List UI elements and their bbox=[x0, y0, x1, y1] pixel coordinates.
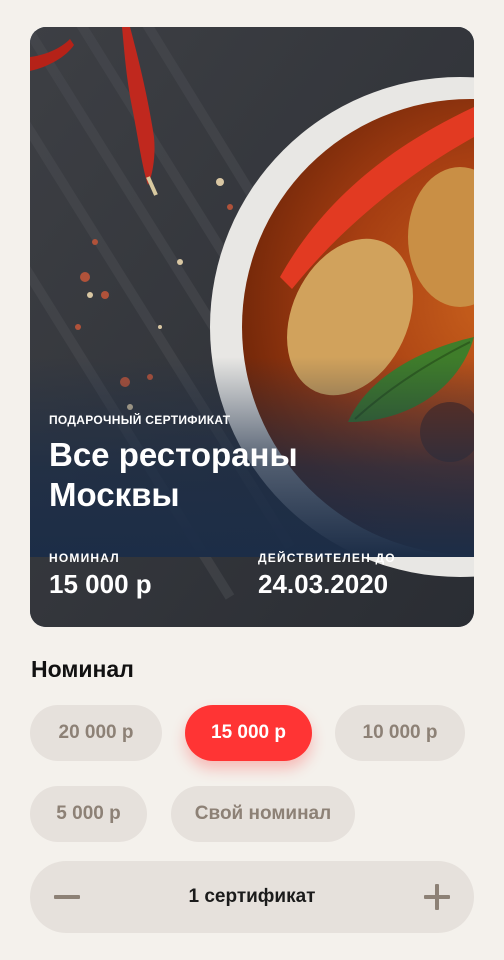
certificate-title: Все рестораны Москвы bbox=[49, 435, 449, 515]
certificate-eyebrow: ПОДАРОЧНЫЙ СЕРТИФИКАТ bbox=[49, 413, 231, 427]
certificate-title-line2: Москвы bbox=[49, 476, 180, 513]
nominal-option-20000[interactable]: 20 000 р bbox=[30, 705, 162, 761]
custom-nominal-option[interactable]: Свой номинал bbox=[171, 786, 355, 842]
valid-until-label: ДЕЙСТВИТЕЛЕН ДО bbox=[258, 551, 396, 565]
nominal-option-10000[interactable]: 10 000 р bbox=[335, 705, 465, 761]
nominal-section-title: Номинал bbox=[31, 656, 134, 682]
nominal-option-5000[interactable]: 5 000 р bbox=[30, 786, 147, 842]
nominal-value: 15 000 р bbox=[49, 569, 152, 599]
certificate-title-line1: Все рестораны bbox=[49, 436, 298, 473]
plus-icon[interactable] bbox=[422, 883, 452, 911]
quantity-stepper: 1 сертификат bbox=[30, 861, 474, 933]
minus-icon[interactable] bbox=[52, 883, 82, 911]
nominal-label: НОМИНАЛ bbox=[49, 551, 120, 565]
valid-until-value: 24.03.2020 bbox=[258, 569, 389, 599]
gift-certificate-card: ПОДАРОЧНЫЙ СЕРТИФИКАТ Все рестораны Моск… bbox=[30, 27, 474, 627]
quantity-label: 1 сертификат bbox=[188, 886, 316, 907]
nominal-option-15000[interactable]: 15 000 р bbox=[185, 705, 312, 761]
